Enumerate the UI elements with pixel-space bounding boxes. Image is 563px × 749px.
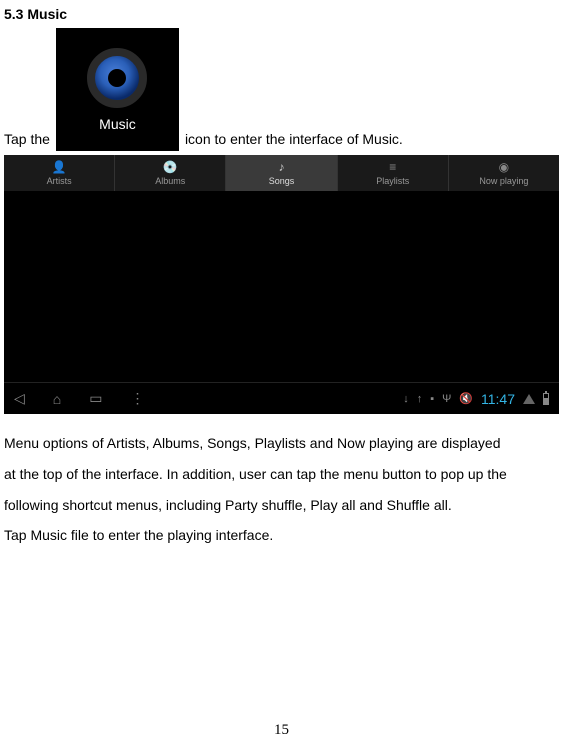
download-icon: ↓ bbox=[403, 393, 409, 405]
music-disc-icon bbox=[87, 48, 147, 108]
tab-playlists[interactable]: ≡ Playlists bbox=[338, 155, 449, 191]
volume-icon: 🔇 bbox=[459, 392, 473, 405]
playlists-icon: ≡ bbox=[389, 160, 396, 174]
tab-label: Songs bbox=[269, 176, 295, 186]
system-nav-bar: ◁ ⌂ ▭ ⋮ ↓ ↑ ▪ Ψ 🔇 11:47 bbox=[4, 382, 559, 414]
paragraph-line: at the top of the interface. In addition… bbox=[4, 459, 559, 490]
tap-instruction-line: Tap the Music icon to enter the interfac… bbox=[4, 28, 559, 151]
nav-right-group: ↓ ↑ ▪ Ψ 🔇 11:47 bbox=[403, 391, 559, 407]
tab-label: Albums bbox=[155, 176, 185, 186]
clock: 11:47 bbox=[481, 391, 515, 407]
wifi-icon bbox=[523, 394, 535, 404]
tap-suffix-text: icon to enter the interface of Music. bbox=[185, 131, 403, 151]
battery-icon bbox=[543, 393, 549, 405]
upload-icon: ↑ bbox=[417, 393, 423, 405]
music-icon-label: Music bbox=[99, 116, 136, 132]
section-title: 5.3 Music bbox=[4, 6, 559, 22]
tab-albums[interactable]: 💿 Albums bbox=[115, 155, 226, 191]
tap-prefix-text: Tap the bbox=[4, 131, 50, 151]
paragraph-line: Tap Music file to enter the playing inte… bbox=[4, 520, 559, 551]
paragraph-line: following shortcut menus, including Part… bbox=[4, 490, 559, 521]
music-tabs-row: 👤 Artists 💿 Albums ♪ Songs ≡ Playlists ◉… bbox=[4, 155, 559, 191]
tab-label: Artists bbox=[47, 176, 72, 186]
back-icon[interactable]: ◁ bbox=[14, 390, 25, 407]
sdcard-icon: ▪ bbox=[430, 393, 434, 405]
page-number: 15 bbox=[274, 722, 289, 739]
body-text: Menu options of Artists, Albums, Songs, … bbox=[4, 428, 559, 551]
tablet-screenshot: 👤 Artists 💿 Albums ♪ Songs ≡ Playlists ◉… bbox=[4, 155, 559, 414]
tab-artists[interactable]: 👤 Artists bbox=[4, 155, 115, 191]
recent-apps-icon[interactable]: ▭ bbox=[89, 390, 102, 407]
menu-icon[interactable]: ⋮ bbox=[130, 390, 144, 407]
paragraph-line: Menu options of Artists, Albums, Songs, … bbox=[4, 428, 559, 459]
nav-left-group: ◁ ⌂ ▭ ⋮ bbox=[4, 390, 144, 407]
usb-icon: Ψ bbox=[442, 393, 451, 405]
songs-icon: ♪ bbox=[279, 160, 285, 174]
tab-label: Playlists bbox=[376, 176, 409, 186]
tab-label: Now playing bbox=[479, 176, 528, 186]
home-icon[interactable]: ⌂ bbox=[53, 391, 61, 407]
tab-songs[interactable]: ♪ Songs bbox=[226, 155, 337, 191]
tab-now-playing[interactable]: ◉ Now playing bbox=[449, 155, 559, 191]
now-playing-icon: ◉ bbox=[499, 160, 509, 174]
music-app-icon: Music bbox=[56, 28, 179, 151]
artists-icon: 👤 bbox=[52, 160, 67, 174]
albums-icon: 💿 bbox=[163, 160, 178, 174]
